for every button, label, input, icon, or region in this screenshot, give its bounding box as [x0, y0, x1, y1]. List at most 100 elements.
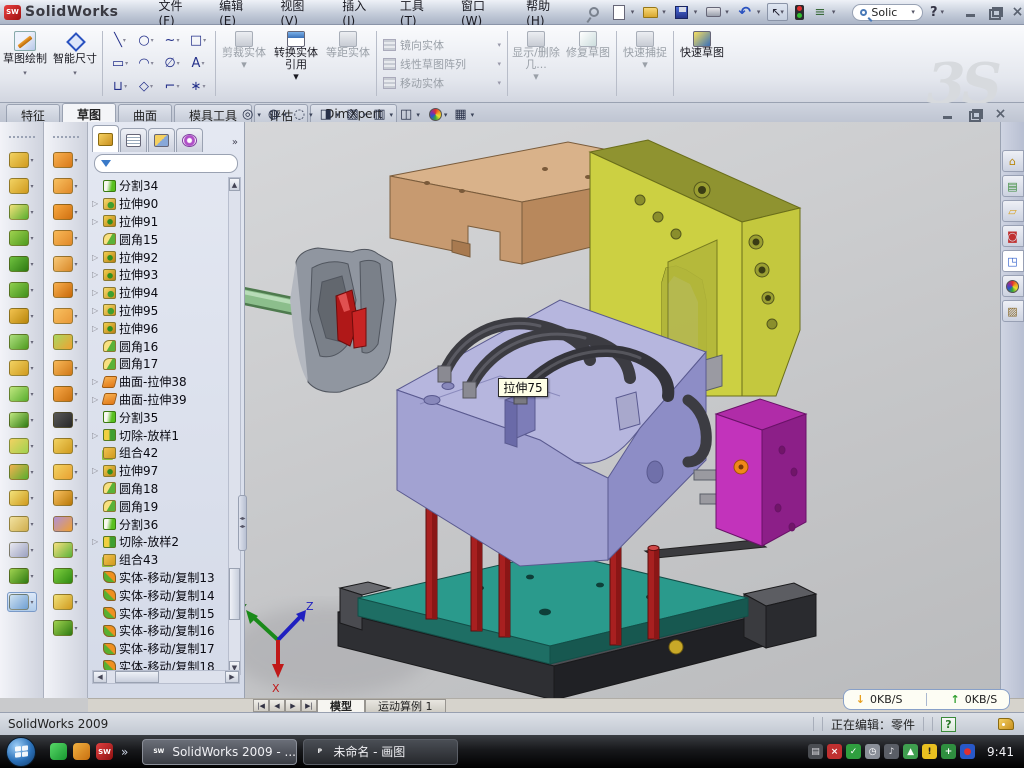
surface-tool-button[interactable]: ▾ — [51, 306, 81, 326]
sketch-entity-button[interactable]: ◇▾ — [133, 75, 159, 98]
start-button[interactable] — [6, 737, 36, 767]
tree-item[interactable]: ▷ 拉伸92 — [90, 248, 230, 266]
panel-tab[interactable] — [120, 128, 147, 152]
tab-nav-button[interactable]: |◀ — [253, 699, 269, 712]
surface-tool-button[interactable]: ▾ — [51, 540, 81, 560]
rebuild-icon[interactable] — [795, 5, 804, 20]
tree-item[interactable]: ▷ 切除-放样2 — [90, 533, 230, 551]
sketch-entity-button[interactable]: ▭▾ — [107, 52, 133, 75]
view-tool-button[interactable]: ▦ ▾ — [454, 107, 474, 122]
tray-icon[interactable]: ! — [922, 744, 937, 759]
feature-tool-button[interactable]: ▾ — [7, 384, 37, 404]
tree-item[interactable]: ▷ 拉伸95 — [90, 302, 230, 320]
feature-tool-button[interactable]: ▾ — [7, 592, 37, 612]
scroll-left-arrow[interactable]: ◀ — [93, 671, 107, 683]
sketch-entity-button[interactable]: ○▾ — [133, 29, 159, 52]
tree-item[interactable]: ▷ 拉伸94 — [90, 284, 230, 302]
smart-dimension-button[interactable]: 智能尺寸 ▾ — [50, 25, 100, 102]
help-button[interactable]: ? — [930, 5, 938, 20]
tab-nav-button[interactable]: ◀ — [269, 699, 285, 712]
tree-vertical-scrollbar[interactable]: ▲ ▼ — [228, 177, 241, 675]
tree-item[interactable]: ▷ 拉伸97 — [90, 462, 230, 480]
tree-item[interactable]: ▷ 实体-移动/复制15 — [90, 604, 230, 622]
surface-tool-button[interactable]: ▾ — [51, 410, 81, 430]
quick-launch-icon[interactable] — [73, 743, 90, 760]
quick-snaps-button[interactable]: 快速捕捉 ▾ — [619, 25, 671, 102]
expand-arrow-icon[interactable]: ▷ — [92, 466, 100, 475]
tab-nav-button[interactable]: ▶ — [285, 699, 301, 712]
tree-item[interactable]: ▷ 组合42 — [90, 444, 230, 462]
surface-tool-button[interactable]: ▾ — [51, 358, 81, 378]
surface-tool-button[interactable]: ▾ — [51, 514, 81, 534]
feature-tool-button[interactable]: ▾ — [7, 254, 37, 274]
tree-item[interactable]: ▷ 分割34 — [90, 177, 230, 195]
tree-item[interactable]: ▷ 实体-移动/复制17 — [90, 640, 230, 658]
tree-item[interactable]: ▷ 曲面-拉伸39 — [90, 391, 230, 409]
sketch-entity-button[interactable]: ◠▾ — [133, 52, 159, 75]
panel-tab[interactable] — [176, 128, 203, 152]
scrollbar-thumb[interactable] — [229, 568, 240, 620]
surface-tool-button[interactable]: ▾ — [51, 228, 81, 248]
expand-arrow-icon[interactable]: ▷ — [92, 537, 100, 546]
expand-arrow-icon[interactable]: ▷ — [92, 253, 100, 262]
taskbar-window-button[interactable]: P 未命名 - 画图 — [303, 739, 458, 765]
tree-item[interactable]: ▷ 圆角15 — [90, 230, 230, 248]
search-input[interactable] — [871, 6, 911, 19]
select-tool[interactable]: ↖▾ — [767, 3, 788, 21]
graphics-viewport[interactable]: Y Z X — [245, 122, 1000, 698]
undo-icon[interactable]: ↶ — [736, 4, 754, 20]
surface-tool-button[interactable]: ▾ — [51, 280, 81, 300]
tray-icon[interactable]: ▤ — [808, 744, 823, 759]
task-pane-tab[interactable]: ▱ — [1002, 200, 1024, 222]
tree-item[interactable]: ▷ 圆角16 — [90, 337, 230, 355]
panel-tab[interactable] — [92, 125, 119, 152]
open-document-icon[interactable] — [641, 4, 659, 20]
offset-entities-button[interactable]: 等距实体 — [322, 25, 374, 102]
expand-arrow-icon[interactable]: ▷ — [92, 324, 100, 333]
tab-nav-button[interactable]: ▶| — [301, 699, 317, 712]
task-pane-tab[interactable]: ▤ — [1002, 175, 1024, 197]
scroll-right-arrow[interactable]: ▶ — [225, 671, 239, 683]
tree-item[interactable]: ▷ 拉伸96 — [90, 319, 230, 337]
3d-model-canvas[interactable]: Y Z X — [245, 122, 1000, 698]
tray-icon[interactable]: × — [827, 744, 842, 759]
tree-item[interactable]: ▷ 实体-移动/复制14 — [90, 586, 230, 604]
surface-tool-button[interactable]: ▾ — [51, 176, 81, 196]
sketch-entity-button[interactable]: ⊔▾ — [107, 75, 133, 98]
tray-icon[interactable]: ♪ — [884, 744, 899, 759]
expand-arrow-icon[interactable]: ▷ — [92, 306, 100, 315]
restore-button[interactable] — [988, 7, 1001, 18]
sketch-button[interactable]: 草图绘制 ▾ — [0, 25, 50, 102]
view-tool-button[interactable]: ▧ ▾ — [346, 107, 366, 122]
sketch-pattern-button[interactable]: 线性草图阵列 ▾ — [383, 56, 501, 72]
tray-icon[interactable]: ▲ — [903, 744, 918, 759]
surface-tool-button[interactable]: ▾ — [51, 462, 81, 482]
options-icon[interactable]: ≡ — [811, 4, 829, 20]
surface-tool-button[interactable]: ▾ — [51, 566, 81, 586]
feature-tool-button[interactable]: ▾ — [7, 488, 37, 508]
repair-sketch-button[interactable]: 修复草图 — [562, 25, 614, 102]
doc-minimize-button[interactable] — [942, 109, 955, 120]
surface-tool-button[interactable]: ▾ — [51, 436, 81, 456]
tree-item[interactable]: ▷ 实体-移动/复制16 — [90, 622, 230, 640]
view-tool-button[interactable]: ◫ ▾ — [400, 107, 420, 122]
sketch-entity-button[interactable]: ╲▾ — [107, 29, 133, 52]
surface-tool-button[interactable]: ▾ — [51, 618, 81, 638]
feature-tool-button[interactable]: ▾ — [7, 462, 37, 482]
tray-icon[interactable]: ◷ — [865, 744, 880, 759]
expand-arrow-icon[interactable]: ▷ — [92, 431, 100, 440]
feature-tool-button[interactable]: ▾ — [7, 514, 37, 534]
tree-item[interactable]: ▷ 拉伸91 — [90, 213, 230, 231]
tree-item[interactable]: ▷ 分割36 — [90, 515, 230, 533]
task-pane-tab[interactable]: ◙ — [1002, 225, 1024, 247]
magenta-insert-block[interactable] — [716, 399, 806, 546]
sketch-entity-button[interactable]: ∅▾ — [159, 52, 185, 75]
quick-launch-chevron[interactable]: » — [121, 745, 128, 759]
tree-item[interactable]: ▷ 圆角18 — [90, 480, 230, 498]
view-tool-button[interactable]: ◍ ▾ — [268, 107, 287, 122]
panel-splitter-handle[interactable]: ◂▸◂▸ — [238, 495, 247, 551]
document-tab[interactable]: 运动算例 1 — [365, 699, 446, 712]
pin-toolbar-icon[interactable] — [585, 4, 603, 20]
sketch-pattern-button[interactable]: 镜向实体 ▾ — [383, 37, 501, 53]
sketch-entity-button[interactable]: □▾ — [185, 29, 211, 52]
